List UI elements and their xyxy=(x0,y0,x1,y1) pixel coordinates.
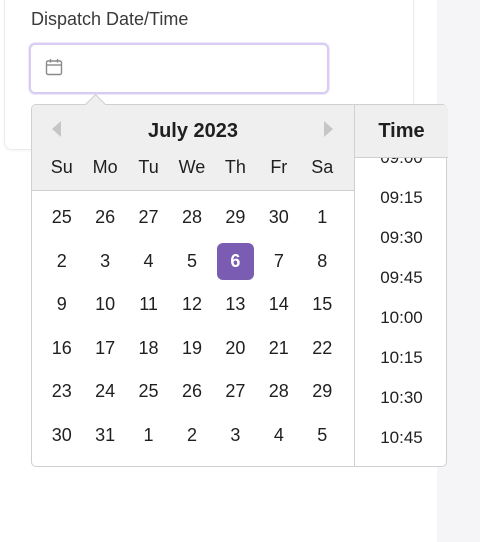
time-option[interactable]: 10:45 xyxy=(355,428,448,448)
time-list[interactable]: 09:00 09:15 09:30 09:45 10:00 10:15 10:30 10:45… xyxy=(355,158,448,466)
weekday-label: Tu xyxy=(138,157,159,177)
time-option[interactable]: 09:00 xyxy=(355,158,448,168)
time-option[interactable]: 10:15 xyxy=(355,348,448,368)
day-grid: 25 26 27 28 29 30 1 2 3 4 5 6 7 8 9 10 11 12 13 14 15 16 17 18 1… xyxy=(40,199,344,460)
weekday-label: Sa xyxy=(311,157,334,177)
week-row: 16 17 18 19 20 21 22 xyxy=(40,330,344,374)
day-cell[interactable]: 9 xyxy=(44,286,80,323)
day-cell[interactable]: 10 xyxy=(87,286,123,323)
day-cell[interactable]: 12 xyxy=(174,286,210,323)
day-cell[interactable]: 4 xyxy=(261,417,297,454)
time-option[interactable]: 09:30 xyxy=(355,228,448,248)
day-cell[interactable]: 13 xyxy=(217,286,253,323)
day-cell[interactable]: 4 xyxy=(130,243,166,280)
calendar-header: July 2023 Su Mo Tu We Th Fr Sa xyxy=(32,105,354,191)
day-cell[interactable]: 2 xyxy=(174,417,210,454)
day-cell[interactable]: 28 xyxy=(261,373,297,410)
day-cell[interactable]: 5 xyxy=(304,417,340,454)
day-cell[interactable]: 19 xyxy=(174,330,210,367)
day-cell[interactable]: 24 xyxy=(87,373,123,410)
weekday-label: Su xyxy=(50,157,73,177)
field-label: Dispatch Date/Time xyxy=(31,9,189,29)
day-cell[interactable]: 16 xyxy=(44,330,80,367)
time-option[interactable]: 09:45 xyxy=(355,268,448,288)
weekday-label: Mo xyxy=(92,157,118,177)
weekday-label: Th xyxy=(224,157,246,177)
date-time-picker: July 2023 Su Mo Tu We Th Fr Sa 25 26 27 28 29 30 1 2 3… xyxy=(31,93,448,467)
day-cell[interactable]: 17 xyxy=(87,330,123,367)
calendar-icon xyxy=(45,59,63,76)
week-row: 23 24 25 26 27 28 29 xyxy=(40,373,344,417)
day-cell[interactable]: 28 xyxy=(174,199,210,236)
day-cell[interactable]: 1 xyxy=(304,199,340,236)
day-cell[interactable]: 18 xyxy=(130,330,166,367)
day-cell[interactable]: 31 xyxy=(87,417,123,454)
week-row: 9 10 11 12 13 14 15 xyxy=(40,286,344,330)
day-cell[interactable]: 30 xyxy=(44,417,80,454)
day-cell[interactable]: 5 xyxy=(174,243,210,280)
day-cell[interactable]: 11 xyxy=(130,286,166,323)
month-title: July 2023 xyxy=(147,120,239,142)
day-cell-selected[interactable]: 6 xyxy=(217,242,254,280)
day-cell[interactable]: 3 xyxy=(87,243,123,280)
time-option[interactable]: 10:00 xyxy=(355,308,448,328)
week-row: 2345678 xyxy=(40,242,344,287)
day-cell[interactable]: 29 xyxy=(217,199,253,236)
time-column: Time 09:00 09:15 09:30 09:45 10:00 10:15 10:30… xyxy=(354,105,448,466)
day-cell[interactable]: 2 xyxy=(44,243,80,280)
weekday-label: We xyxy=(178,157,206,177)
week-row: 30 31 1 2 3 4 5 xyxy=(40,417,344,461)
day-cell[interactable]: 8 xyxy=(304,243,340,280)
day-cell[interactable]: 15 xyxy=(304,286,340,323)
day-cell[interactable]: 7 xyxy=(261,243,297,280)
weekday-row: Su Mo Tu We Th Fr Sa xyxy=(40,157,344,178)
time-option[interactable]: 09:15 xyxy=(355,188,448,208)
day-cell[interactable]: 22 xyxy=(304,330,340,367)
day-cell[interactable]: 25 xyxy=(130,373,166,410)
day-cell[interactable]: 25 xyxy=(44,199,80,236)
day-cell[interactable]: 27 xyxy=(130,199,166,236)
day-cell[interactable]: 26 xyxy=(174,373,210,410)
day-cell[interactable]: 27 xyxy=(217,373,253,410)
day-cell[interactable]: 1 xyxy=(130,417,166,454)
time-header: Time xyxy=(355,105,448,158)
day-cell[interactable]: 20 xyxy=(217,330,253,367)
day-cell[interactable]: 21 xyxy=(261,330,297,367)
week-row: 25 26 27 28 29 30 1 xyxy=(40,199,344,243)
day-cell[interactable]: 30 xyxy=(261,199,297,236)
day-cell[interactable]: 14 xyxy=(261,286,297,323)
date-time-input[interactable] xyxy=(29,43,329,94)
chevron-right-icon[interactable] xyxy=(318,119,338,139)
weekday-label: Fr xyxy=(270,157,288,177)
day-cell[interactable]: 26 xyxy=(87,199,123,236)
day-cell[interactable]: 23 xyxy=(44,373,80,410)
day-cell[interactable]: 3 xyxy=(217,417,253,454)
time-option[interactable]: 10:30 xyxy=(355,388,448,408)
day-cell[interactable]: 29 xyxy=(304,373,340,410)
